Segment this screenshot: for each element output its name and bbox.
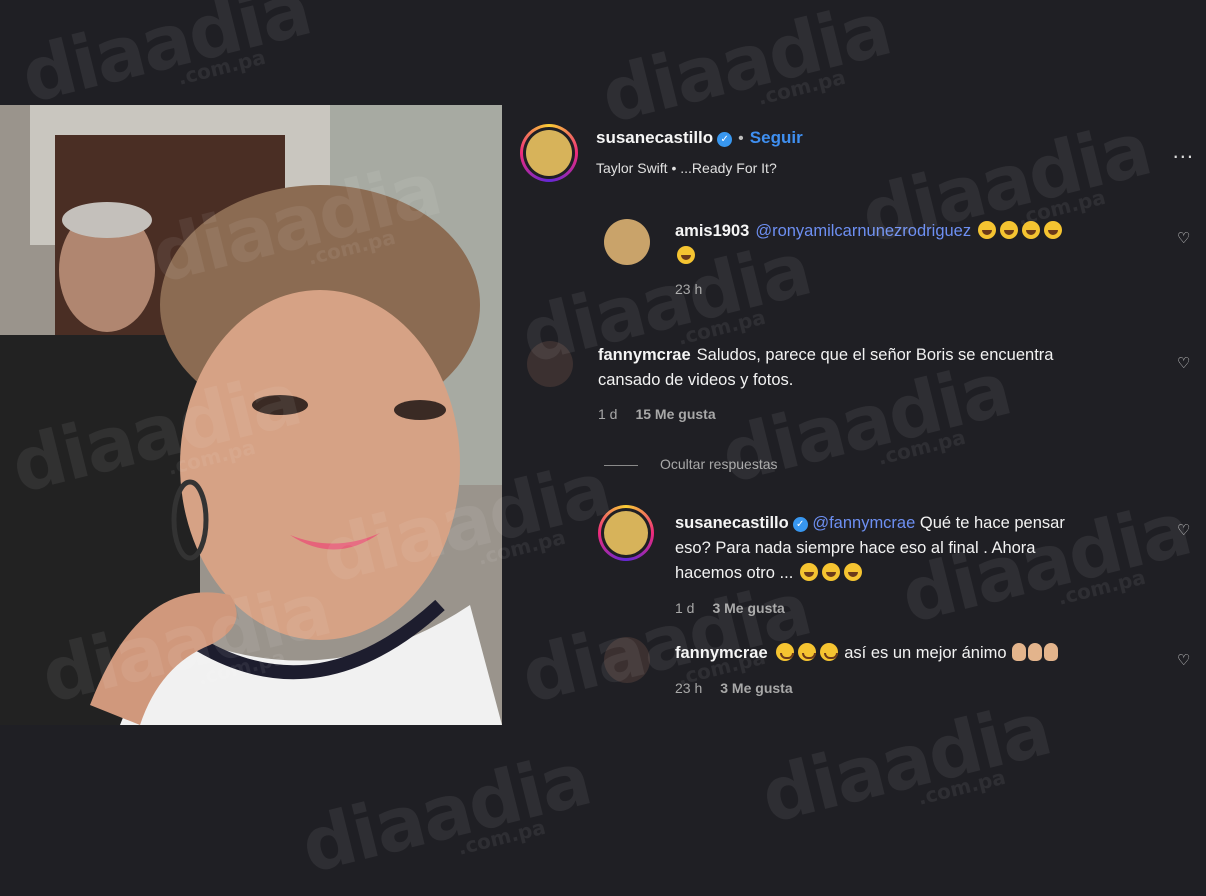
like-heart-icon[interactable]: ♡ — [1177, 651, 1190, 669]
follow-button[interactable]: Seguir — [750, 128, 803, 147]
laughing-emoji-icon — [677, 246, 695, 264]
reply-meta: 23 h 3 Me gusta — [675, 680, 811, 696]
verified-badge-icon: ✓ — [792, 517, 808, 532]
reply-meta: 1 d 3 Me gusta — [675, 600, 803, 616]
hide-replies-button[interactable]: Ocultar respuestas — [604, 456, 778, 472]
like-heart-icon[interactable]: ♡ — [1177, 354, 1190, 372]
comment-meta: 1 d 15 Me gusta — [598, 406, 734, 422]
reply-time: 23 h — [675, 680, 703, 696]
reply-body-line3: hacemos otro ... — [675, 564, 794, 582]
ok-hand-emoji-icon — [1028, 643, 1043, 661]
audio-track[interactable]: Taylor Swift • ...Ready For It? — [596, 160, 777, 176]
post-photo[interactable] — [0, 105, 502, 725]
divider-line — [604, 464, 638, 466]
watermark: diaadia.com.pa — [753, 685, 1058, 841]
comment-avatar[interactable] — [604, 219, 650, 265]
laughing-emoji-icon — [999, 221, 1018, 239]
reply-likes[interactable]: 3 Me gusta — [720, 680, 792, 696]
ok-hand-emoji-icon — [1044, 643, 1059, 661]
comment-body-line1: Saludos, parece que el señor Boris se en… — [696, 346, 1054, 364]
comment-likes[interactable]: 15 Me gusta — [635, 406, 715, 422]
reply-body: así es un mejor ánimo — [844, 644, 1007, 662]
reply-username[interactable]: susanecastillo — [675, 514, 789, 532]
comment-username[interactable]: fannymcrae — [598, 346, 691, 364]
more-options-icon[interactable]: ... — [1173, 138, 1194, 164]
laughing-emoji-icon — [843, 563, 862, 581]
laughing-emoji-icon — [799, 563, 818, 581]
comment-mention[interactable]: @ronyamilcarnunezrodriguez — [755, 222, 971, 240]
author-avatar[interactable] — [520, 124, 578, 182]
smiling-emoji-icon — [797, 643, 816, 661]
post-header: susanecastillo ✓ • Seguir Taylor Swift • ..… — [520, 124, 1200, 184]
separator-dot: • — [738, 130, 744, 147]
laughing-emoji-icon — [821, 563, 840, 581]
comment-body-line2: cansado de videos y fotos. — [598, 371, 794, 389]
smiling-emoji-icon — [819, 643, 838, 661]
reply-text: fannymcrae así es un mejor ánimo — [675, 641, 1145, 666]
reply-username[interactable]: fannymcrae — [675, 644, 768, 662]
verified-badge-icon: ✓ — [717, 132, 733, 147]
laughing-emoji-icon — [977, 221, 996, 239]
comment-time: 1 d — [598, 406, 618, 422]
like-heart-icon[interactable]: ♡ — [1177, 521, 1190, 539]
comment-avatar[interactable] — [527, 341, 573, 387]
comment-meta: 23 h — [675, 281, 720, 297]
reply-mention[interactable]: @fannymcrae — [812, 514, 915, 532]
hide-replies-label: Ocultar respuestas — [660, 456, 778, 472]
reply-body-line1: Qué te hace pensar — [919, 514, 1065, 532]
reply-text: susanecastillo ✓ @fannymcrae Qué te hace … — [675, 511, 1135, 586]
comment-username[interactable]: amis1903 — [675, 222, 749, 240]
comment-text: fannymcrae Saludos, parece que el señor B… — [598, 343, 1158, 393]
watermark: diaadia.com.pa — [293, 735, 598, 891]
like-heart-icon[interactable]: ♡ — [1177, 229, 1190, 247]
comment-time: 23 h — [675, 281, 703, 297]
reply-likes[interactable]: 3 Me gusta — [712, 600, 784, 616]
ok-hand-emoji-icon — [1012, 643, 1027, 661]
laughing-emoji-icon — [1021, 221, 1040, 239]
author-username[interactable]: susanecastillo — [596, 128, 713, 147]
comment-text: amis1903 @ronyamilcarnunezrodriguez — [675, 219, 1155, 269]
reply-time: 1 d — [675, 600, 695, 616]
smiling-emoji-icon — [775, 643, 794, 661]
reply-avatar[interactable] — [604, 637, 650, 683]
laughing-emoji-icon — [1043, 221, 1062, 239]
reply-avatar[interactable] — [598, 505, 654, 561]
reply-body-line2: eso? Para nada siempre hace eso al final… — [675, 539, 1036, 557]
